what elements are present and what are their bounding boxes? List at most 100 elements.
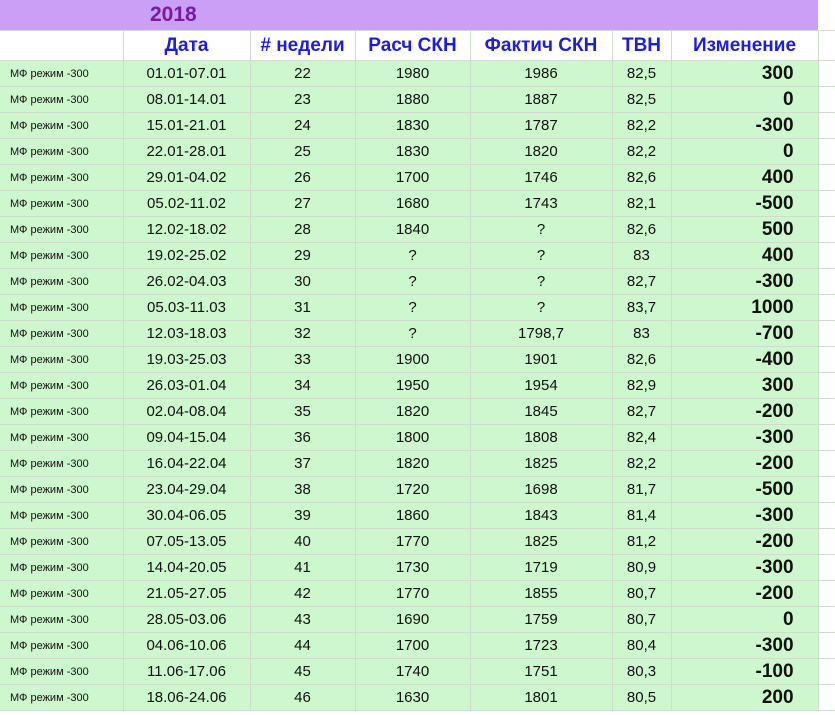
- tvn-cell[interactable]: 82,1: [612, 190, 672, 217]
- change-cell[interactable]: -300: [671, 268, 819, 295]
- tvn-cell[interactable]: 82,6: [612, 216, 672, 243]
- date-cell[interactable]: 11.06-17.06: [123, 658, 251, 685]
- tvn-cell[interactable]: 81,2: [612, 528, 672, 555]
- tvn-cell[interactable]: 83: [612, 242, 672, 269]
- empty-cell[interactable]: [818, 684, 835, 711]
- empty-cell[interactable]: [818, 0, 835, 31]
- calc-skn-cell[interactable]: 1830: [355, 138, 471, 165]
- row-label-cell[interactable]: МФ режим -300: [0, 528, 124, 555]
- fact-skn-cell[interactable]: 1845: [470, 398, 613, 425]
- fact-skn-cell[interactable]: 1801: [470, 684, 613, 711]
- fact-skn-cell[interactable]: 1986: [470, 60, 613, 87]
- row-label-cell[interactable]: МФ режим -300: [0, 502, 124, 529]
- week-cell[interactable]: 39: [250, 502, 356, 529]
- row-label-cell[interactable]: МФ режим -300: [0, 86, 124, 113]
- header-cell-date[interactable]: Дата: [123, 30, 251, 61]
- fact-skn-cell[interactable]: ?: [470, 294, 613, 321]
- date-cell[interactable]: 09.04-15.04: [123, 424, 251, 451]
- change-cell[interactable]: -300: [671, 502, 819, 529]
- tvn-cell[interactable]: 83: [612, 320, 672, 347]
- calc-skn-cell[interactable]: ?: [355, 294, 471, 321]
- week-cell[interactable]: 34: [250, 372, 356, 399]
- change-cell[interactable]: 500: [671, 216, 819, 243]
- empty-cell[interactable]: [818, 294, 835, 321]
- calc-skn-cell[interactable]: 1690: [355, 606, 471, 633]
- change-cell[interactable]: -400: [671, 346, 819, 373]
- change-cell[interactable]: 1000: [671, 294, 819, 321]
- row-label-cell[interactable]: МФ режим -300: [0, 216, 124, 243]
- change-cell[interactable]: 400: [671, 242, 819, 269]
- fact-skn-cell[interactable]: 1887: [470, 86, 613, 113]
- fact-skn-cell[interactable]: 1698: [470, 476, 613, 503]
- row-label-cell[interactable]: МФ режим -300: [0, 242, 124, 269]
- calc-skn-cell[interactable]: 1980: [355, 60, 471, 87]
- change-cell[interactable]: 0: [671, 138, 819, 165]
- week-cell[interactable]: 37: [250, 450, 356, 477]
- tvn-cell[interactable]: 82,7: [612, 268, 672, 295]
- date-cell[interactable]: 16.04-22.04: [123, 450, 251, 477]
- date-cell[interactable]: 14.04-20.05: [123, 554, 251, 581]
- row-label-cell[interactable]: МФ режим -300: [0, 190, 124, 217]
- row-label-cell[interactable]: МФ режим -300: [0, 398, 124, 425]
- week-cell[interactable]: 46: [250, 684, 356, 711]
- change-cell[interactable]: 0: [671, 606, 819, 633]
- header-cell-label[interactable]: [0, 30, 124, 61]
- fact-skn-cell[interactable]: 1743: [470, 190, 613, 217]
- calc-skn-cell[interactable]: 1770: [355, 528, 471, 555]
- date-cell[interactable]: 26.02-04.03: [123, 268, 251, 295]
- empty-cell[interactable]: [818, 138, 835, 165]
- tvn-cell[interactable]: 82,9: [612, 372, 672, 399]
- header-cell-fact-skn[interactable]: Фактич СКН: [470, 30, 613, 61]
- calc-skn-cell[interactable]: 1880: [355, 86, 471, 113]
- date-cell[interactable]: 26.03-01.04: [123, 372, 251, 399]
- calc-skn-cell[interactable]: 1900: [355, 346, 471, 373]
- row-label-cell[interactable]: МФ режим -300: [0, 138, 124, 165]
- date-cell[interactable]: 01.01-07.01: [123, 60, 251, 87]
- tvn-cell[interactable]: 82,5: [612, 60, 672, 87]
- week-cell[interactable]: 27: [250, 190, 356, 217]
- change-cell[interactable]: -300: [671, 632, 819, 659]
- header-cell-calc-skn[interactable]: Расч СКН: [355, 30, 471, 61]
- row-label-cell[interactable]: МФ режим -300: [0, 632, 124, 659]
- calc-skn-cell[interactable]: 1630: [355, 684, 471, 711]
- calc-skn-cell[interactable]: 1840: [355, 216, 471, 243]
- fact-skn-cell[interactable]: 1787: [470, 112, 613, 139]
- header-cell-change[interactable]: Изменение: [671, 30, 819, 61]
- change-cell[interactable]: 300: [671, 60, 819, 87]
- change-cell[interactable]: 200: [671, 684, 819, 711]
- empty-cell[interactable]: [818, 60, 835, 87]
- date-cell[interactable]: 15.01-21.01: [123, 112, 251, 139]
- empty-cell[interactable]: [818, 372, 835, 399]
- change-cell[interactable]: -500: [671, 190, 819, 217]
- fact-skn-cell[interactable]: 1746: [470, 164, 613, 191]
- change-cell[interactable]: -300: [671, 424, 819, 451]
- tvn-cell[interactable]: 82,2: [612, 138, 672, 165]
- change-cell[interactable]: -300: [671, 554, 819, 581]
- week-cell[interactable]: 29: [250, 242, 356, 269]
- date-cell[interactable]: 07.05-13.05: [123, 528, 251, 555]
- date-cell[interactable]: 05.03-11.03: [123, 294, 251, 321]
- calc-skn-cell[interactable]: ?: [355, 320, 471, 347]
- date-cell[interactable]: 21.05-27.05: [123, 580, 251, 607]
- tvn-cell[interactable]: 80,7: [612, 606, 672, 633]
- calc-skn-cell[interactable]: 1800: [355, 424, 471, 451]
- fact-skn-cell[interactable]: 1825: [470, 450, 613, 477]
- date-cell[interactable]: 19.02-25.02: [123, 242, 251, 269]
- tvn-cell[interactable]: 82,6: [612, 346, 672, 373]
- week-cell[interactable]: 28: [250, 216, 356, 243]
- empty-cell[interactable]: [818, 580, 835, 607]
- row-label-cell[interactable]: МФ режим -300: [0, 320, 124, 347]
- tvn-cell[interactable]: 80,3: [612, 658, 672, 685]
- calc-skn-cell[interactable]: 1830: [355, 112, 471, 139]
- empty-cell[interactable]: [818, 112, 835, 139]
- calc-skn-cell[interactable]: 1820: [355, 398, 471, 425]
- empty-cell[interactable]: [818, 242, 835, 269]
- row-label-cell[interactable]: МФ режим -300: [0, 450, 124, 477]
- week-cell[interactable]: 44: [250, 632, 356, 659]
- tvn-cell[interactable]: 80,5: [612, 684, 672, 711]
- calc-skn-cell[interactable]: 1770: [355, 580, 471, 607]
- row-label-cell[interactable]: МФ режим -300: [0, 554, 124, 581]
- empty-cell[interactable]: [818, 450, 835, 477]
- change-cell[interactable]: 300: [671, 372, 819, 399]
- row-label-cell[interactable]: МФ режим -300: [0, 60, 124, 87]
